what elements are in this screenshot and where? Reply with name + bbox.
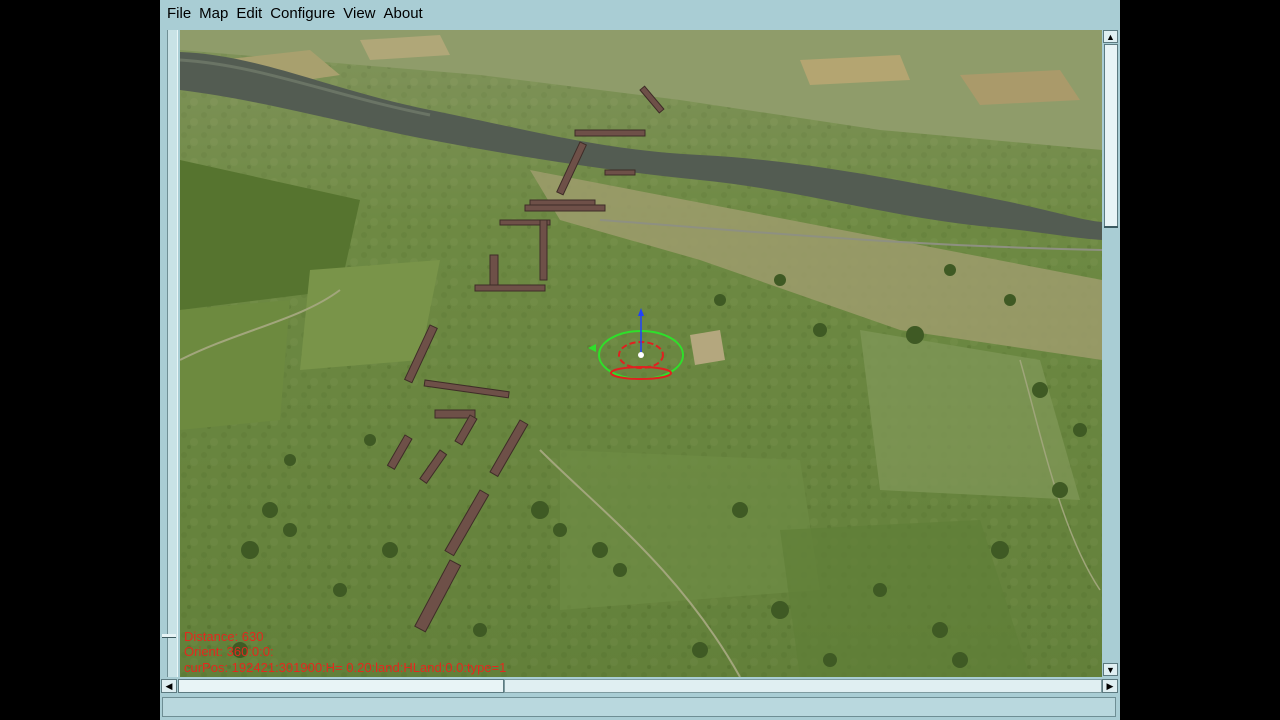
menu-about[interactable]: About	[380, 0, 427, 28]
arrow-up-icon[interactable]: ▲	[1103, 30, 1118, 43]
vertical-scroll-divider	[1104, 226, 1118, 228]
terrain-3d-view[interactable]	[180, 30, 1102, 677]
arrow-left-icon[interactable]: ◀	[161, 679, 177, 693]
menu-bar: File Map Edit Configure View About	[160, 0, 1120, 28]
curpos-readout: curPos: 192421:301900:H= 0.20:land:HLand…	[184, 659, 507, 675]
menu-edit[interactable]: Edit	[232, 0, 266, 28]
horizontal-scroll-trough[interactable]	[504, 679, 1102, 693]
vertical-scroll-thumb[interactable]	[1104, 44, 1118, 228]
menu-configure[interactable]: Configure	[266, 0, 339, 28]
map-viewport[interactable]: Distance: 630 Orient: 360:0:0: curPos: 1…	[180, 30, 1102, 677]
vertical-scrollbar[interactable]: ▲ ▼	[1102, 30, 1120, 677]
camera-info-overlay: Distance: 630 Orient: 360:0:0: curPos: 1…	[184, 629, 506, 676]
app-window: File Map Edit Configure View About Dista…	[160, 0, 1120, 720]
zoom-slider-track	[167, 30, 178, 678]
distance-readout: Distance: 630	[184, 628, 264, 644]
orient-readout: Orient: 360:0:0:	[184, 644, 274, 659]
menu-file[interactable]: File	[160, 0, 195, 28]
menu-map[interactable]: Map	[195, 0, 232, 28]
zoom-slider[interactable]	[160, 30, 180, 678]
horizontal-scroll-thumb[interactable]	[178, 679, 504, 693]
arrow-down-icon[interactable]: ▼	[1103, 663, 1118, 676]
zoom-slider-handle[interactable]	[162, 634, 176, 638]
horizontal-scrollbar[interactable]: ◀ ▶	[160, 677, 1120, 695]
arrow-right-icon[interactable]: ▶	[1102, 679, 1118, 693]
menu-view[interactable]: View	[339, 0, 379, 28]
status-bar	[162, 697, 1116, 717]
